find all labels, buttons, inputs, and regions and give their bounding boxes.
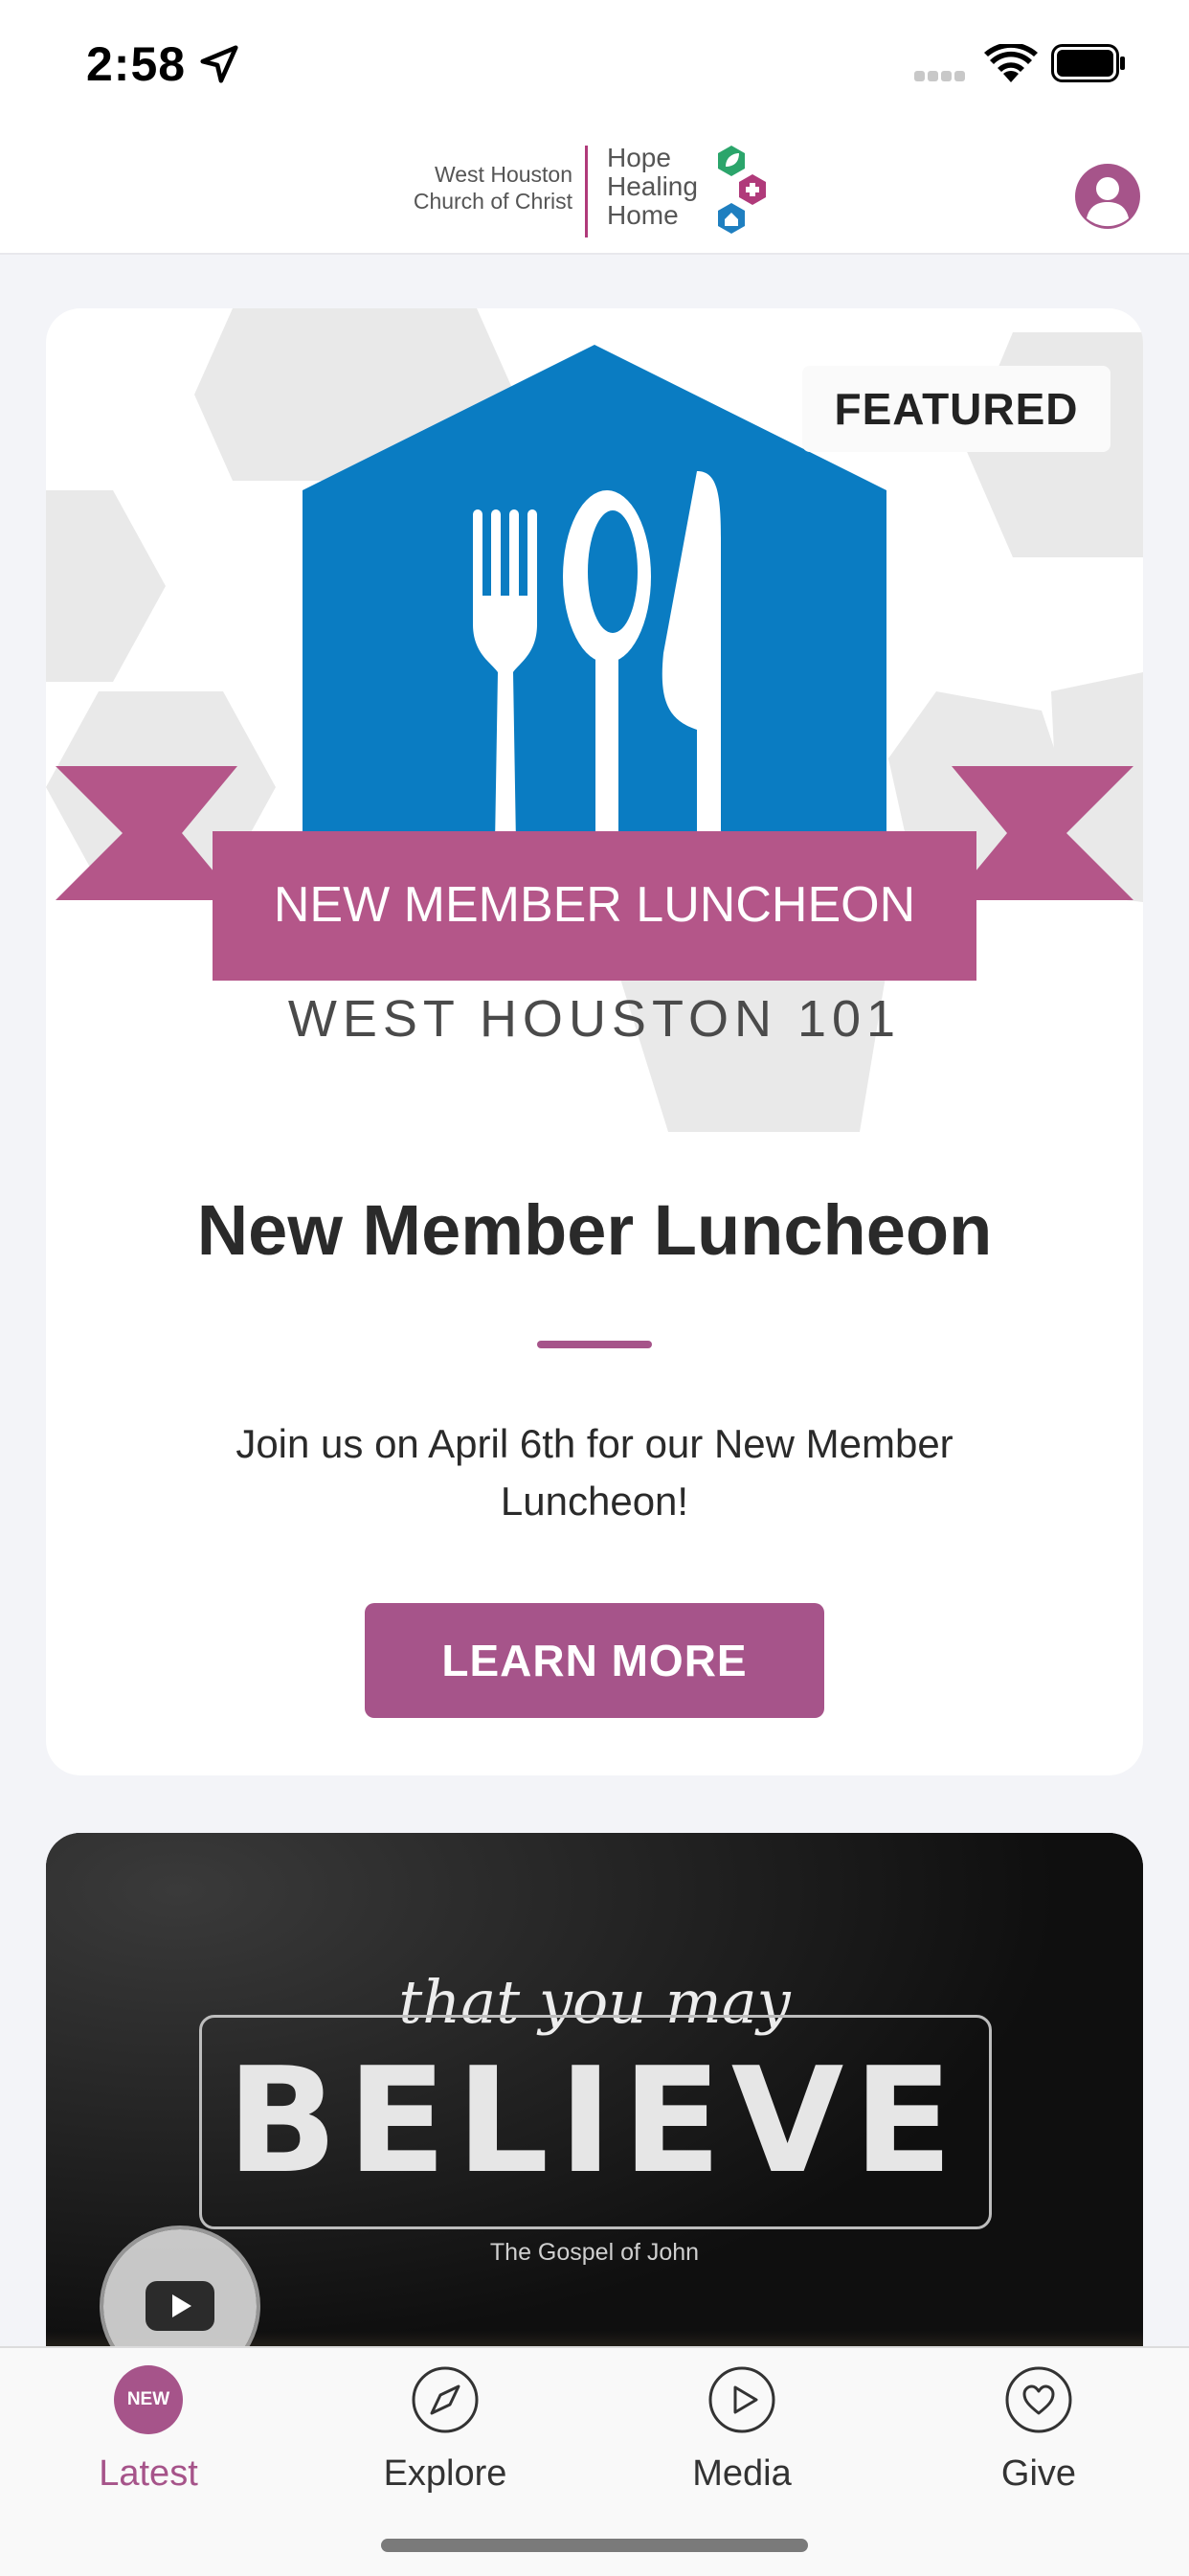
cellular-signal-icon — [914, 69, 968, 86]
tab-explore[interactable]: Explore — [297, 2365, 594, 2509]
featured-card[interactable]: NEW MEMBER LUNCHEON WEST HOUSTON 101 FEA… — [46, 308, 1143, 1775]
video-play-icon — [146, 2281, 214, 2331]
tab-latest[interactable]: NEW Latest — [0, 2365, 297, 2509]
church-name: West Houston Church of Christ — [413, 162, 572, 214]
media-title: BELIEVE — [226, 2036, 963, 2205]
tab-media[interactable]: Media — [594, 2365, 890, 2509]
home-indicator[interactable] — [381, 2539, 808, 2552]
wifi-icon — [984, 44, 1038, 82]
learn-more-button[interactable]: LEARN MORE — [365, 1603, 824, 1718]
app-header: West Houston Church of Christ Hope Heali… — [0, 128, 1189, 255]
banner-subtext: WEST HOUSTON 101 — [288, 990, 901, 1048]
status-bar: 2:58 — [0, 0, 1189, 128]
tab-label: Latest — [99, 2453, 198, 2494]
banner-text: NEW MEMBER LUNCHEON — [274, 877, 915, 933]
tab-label: Give — [1000, 2453, 1077, 2494]
hexagon-logo-icon — [718, 146, 766, 234]
media-card[interactable]: that you may BELIEVE The Gospel of John — [46, 1833, 1143, 2407]
card-description: Join us on April 6th for our New Member … — [236, 1421, 953, 1524]
logo-divider — [585, 146, 588, 237]
heart-icon — [1005, 2366, 1072, 2433]
new-badge: NEW — [114, 2365, 183, 2434]
location-arrow-icon — [200, 45, 238, 83]
battery-icon — [1051, 44, 1125, 82]
profile-icon[interactable] — [1074, 163, 1141, 230]
compass-icon — [412, 2366, 479, 2433]
logo-tagline: Hope Healing Home — [607, 143, 698, 230]
featured-badge: FEATURED — [802, 366, 1110, 452]
clock: 2:58 — [86, 37, 187, 91]
play-icon — [708, 2366, 775, 2433]
tab-give[interactable]: Give — [890, 2365, 1187, 2509]
card-title: New Member Luncheon — [196, 1190, 993, 1270]
tab-label: Media — [692, 2453, 792, 2494]
title-divider — [537, 1341, 652, 1348]
tab-label: Explore — [383, 2453, 507, 2494]
